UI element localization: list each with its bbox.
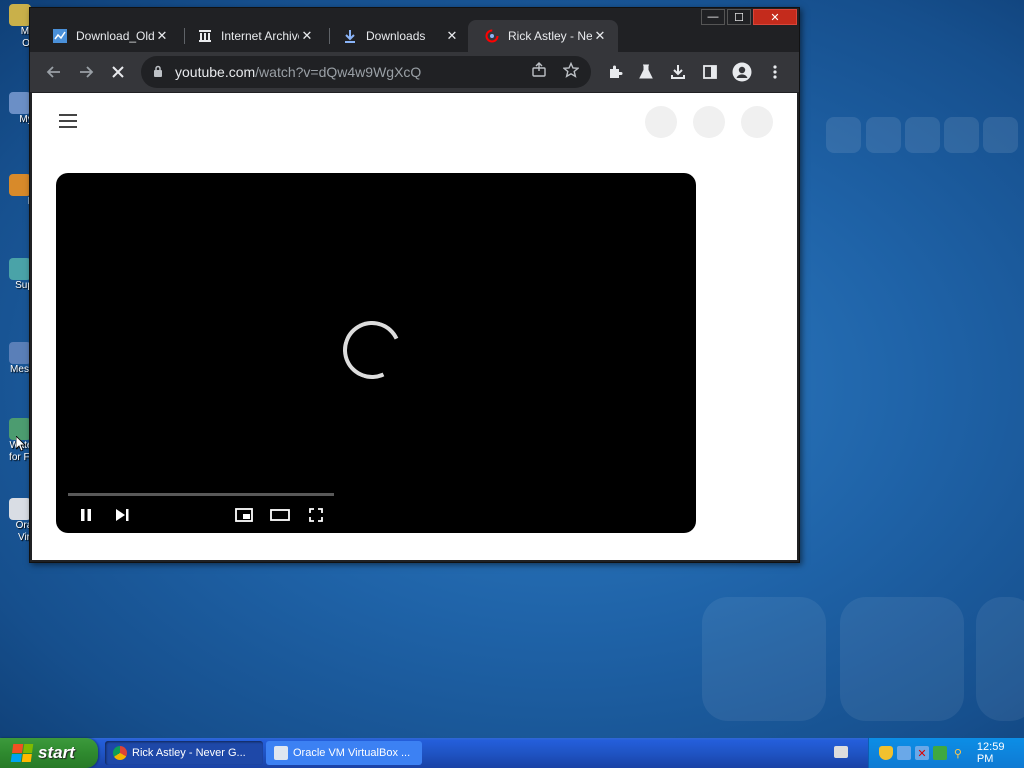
- loading-spinner-icon: [334, 312, 410, 388]
- mouse-cursor-icon: [15, 435, 26, 457]
- search-icon[interactable]: ⚲: [951, 746, 965, 760]
- tab-title: Downloads: [366, 29, 426, 43]
- desktop-tile: [983, 117, 1018, 153]
- close-icon[interactable]: ✕: [154, 28, 170, 44]
- close-icon[interactable]: ✕: [592, 28, 608, 44]
- labs-flask-icon[interactable]: [636, 62, 656, 82]
- progress-bar[interactable]: [68, 493, 334, 496]
- virtualbox-icon: [274, 746, 288, 760]
- browser-window: Download_Old_ ✕ Internet Archive ✕ Downl…: [29, 7, 800, 563]
- taskbar-item-virtualbox[interactable]: Oracle VM VirtualBox ...: [266, 741, 422, 765]
- desktop-tile: [702, 597, 826, 721]
- app-icon: [9, 174, 31, 196]
- start-button[interactable]: start: [0, 738, 98, 768]
- minimize-button[interactable]: —: [701, 9, 725, 25]
- browser-toolbar: youtube.com/watch?v=dQw4w9WgXcQ: [30, 52, 799, 92]
- language-bar-icon[interactable]: [834, 746, 848, 758]
- lock-icon[interactable]: [153, 65, 163, 80]
- taskbar-item-label: Rick Astley - Never G...: [132, 747, 246, 759]
- side-panel-icon[interactable]: [700, 62, 720, 82]
- taskbar: start Rick Astley - Never G... Oracle VM…: [0, 738, 1024, 768]
- desktop-tile: [905, 117, 940, 153]
- placeholder-circle: [645, 106, 677, 138]
- archive-icon: [197, 28, 213, 44]
- pause-icon[interactable]: [74, 505, 98, 525]
- url-path: /watch?v=dQw4w9WgXcQ: [255, 64, 422, 80]
- security-shield-icon[interactable]: [879, 746, 893, 760]
- virtualbox-icon: [9, 498, 31, 520]
- video-player[interactable]: [56, 173, 696, 533]
- folder-icon: [9, 4, 31, 26]
- extensions-icon[interactable]: [605, 62, 625, 82]
- download-icon: [342, 28, 358, 44]
- tab-download-old[interactable]: Download_Old_ ✕: [30, 20, 180, 52]
- network-error-icon[interactable]: ✕: [914, 746, 929, 760]
- miniplayer-icon[interactable]: [232, 505, 256, 525]
- clock[interactable]: 12:59 PM: [977, 741, 1024, 765]
- tab-downloads[interactable]: Downloads ✕: [320, 20, 470, 52]
- url-host: youtube.com: [175, 64, 256, 80]
- youtube-loading-icon: [484, 28, 500, 44]
- theater-mode-icon[interactable]: [268, 505, 292, 525]
- taskbar-item-label: Oracle VM VirtualBox ...: [293, 747, 411, 759]
- hamburger-menu-icon[interactable]: [59, 114, 77, 128]
- placeholder-circle: [741, 106, 773, 138]
- back-icon[interactable]: [44, 62, 64, 82]
- close-icon[interactable]: ✕: [444, 28, 460, 44]
- computer-icon: [9, 92, 31, 114]
- desktop-tile: [826, 117, 861, 153]
- maximize-button[interactable]: ☐: [727, 9, 751, 25]
- desktop-tile: [944, 117, 979, 153]
- close-icon[interactable]: ✕: [299, 28, 315, 44]
- tab-strip: Download_Old_ ✕ Internet Archive ✕ Downl…: [30, 8, 799, 52]
- windows-flag-icon: [10, 744, 34, 762]
- forward-icon[interactable]: [76, 62, 96, 82]
- placeholder-circle: [693, 106, 725, 138]
- close-window-button[interactable]: ✕: [753, 9, 797, 25]
- url-text[interactable]: youtube.com/watch?v=dQw4w9WgXcQ: [175, 64, 515, 80]
- messenger-icon: [9, 342, 31, 364]
- address-bar[interactable]: youtube.com/watch?v=dQw4w9WgXcQ: [141, 56, 591, 88]
- tab-title: Download_Old_: [76, 29, 154, 43]
- kebab-menu-icon[interactable]: [765, 62, 785, 82]
- next-icon[interactable]: [110, 505, 134, 525]
- stop-loading-icon[interactable]: [108, 62, 128, 82]
- chart-icon: [52, 28, 68, 44]
- fullscreen-icon[interactable]: [304, 505, 328, 525]
- downloads-icon[interactable]: [668, 62, 688, 82]
- bookmark-star-icon[interactable]: [562, 61, 580, 82]
- desktop-tile: [840, 597, 964, 721]
- page-content: [32, 93, 797, 560]
- tab-title: Rick Astley - Ne: [508, 29, 592, 43]
- taskbar-item-chrome[interactable]: Rick Astley - Never G...: [105, 741, 263, 765]
- start-label: start: [38, 743, 75, 762]
- app-icon: [9, 258, 31, 280]
- desktop-tile: [866, 117, 901, 153]
- network-icon[interactable]: [896, 746, 911, 760]
- system-tray: ✕ ⚲ 12:59 PM: [868, 738, 1024, 768]
- tab-title: Internet Archive: [221, 29, 299, 43]
- profile-avatar-icon[interactable]: [732, 62, 752, 82]
- desktop-tile: [976, 597, 1024, 721]
- update-icon[interactable]: [932, 746, 947, 760]
- chrome-icon: [113, 746, 127, 760]
- share-icon[interactable]: [531, 62, 547, 82]
- tab-internet-archive[interactable]: Internet Archive ✕: [175, 20, 325, 52]
- tab-rick-astley[interactable]: Rick Astley - Ne ✕: [468, 20, 618, 52]
- window-controls: — ☐ ✕: [699, 9, 797, 25]
